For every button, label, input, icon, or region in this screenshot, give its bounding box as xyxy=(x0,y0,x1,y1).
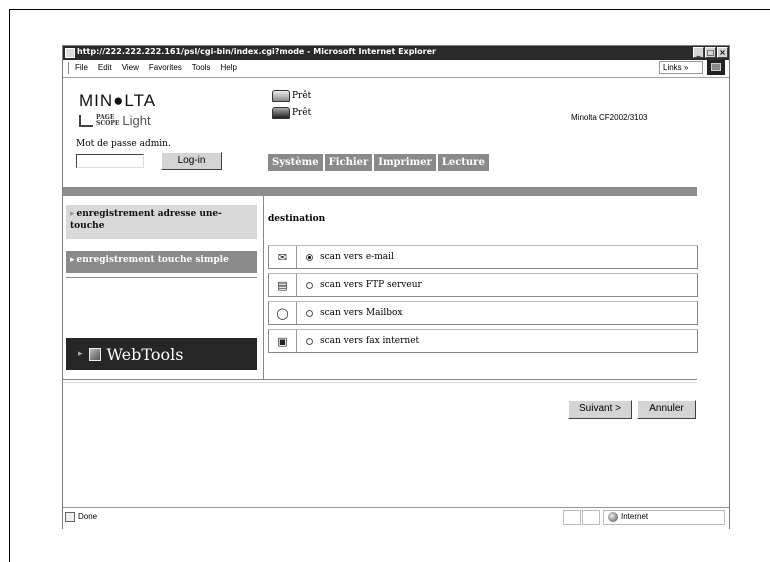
option-label: scan vers fax internet xyxy=(320,336,420,346)
arrow-right-icon: ▸ xyxy=(70,209,75,219)
menu-favorites[interactable]: Favorites xyxy=(149,63,182,72)
toolbar-grip[interactable] xyxy=(65,62,69,74)
windows-logo-icon xyxy=(707,60,725,75)
menu-edit[interactable]: Edit xyxy=(98,63,112,72)
browser-window: http://222.222.222.161/psl/cgi-bin/index… xyxy=(62,45,730,529)
header-divider-bar xyxy=(63,187,697,196)
status-pane xyxy=(582,510,600,525)
ftp-server-icon: ▤ xyxy=(269,274,297,296)
password-input[interactable] xyxy=(76,154,144,168)
cancel-button[interactable]: Annuler xyxy=(637,400,696,419)
page-done-icon xyxy=(65,512,75,522)
mailbox-icon: ◯ xyxy=(269,302,297,324)
vertical-divider xyxy=(263,196,264,380)
option-label: scan vers e-mail xyxy=(320,252,394,262)
sidebar-item-label: enregistrement adresse une-touche xyxy=(70,209,222,231)
ie-icon xyxy=(65,48,75,58)
webtools-icon xyxy=(88,347,101,361)
security-zone: Internet xyxy=(621,512,649,521)
pagescope-small: PAGE SCOPE xyxy=(96,114,120,127)
menu-tools[interactable]: Tools xyxy=(192,63,211,72)
globe-icon xyxy=(608,512,618,522)
login-button[interactable]: Log-in xyxy=(161,152,222,170)
maximize-button[interactable]: □ xyxy=(705,47,716,58)
tab-fichier[interactable]: Fichier xyxy=(324,154,373,171)
arrow-right-icon: ▸ xyxy=(78,349,83,359)
menu-bar: File Edit View Favorites Tools Help Link… xyxy=(63,60,729,78)
option-email[interactable]: ✉ scan vers e-mail xyxy=(268,245,698,269)
printer-status-text: Prêt xyxy=(292,91,312,101)
envelope-icon: ✉ xyxy=(269,246,297,268)
minimize-button[interactable]: _ xyxy=(693,47,704,58)
content-divider xyxy=(63,379,697,383)
password-label: Mot de passe admin. xyxy=(76,139,171,149)
window-controls: _ □ × xyxy=(693,47,728,58)
menu-file[interactable]: File xyxy=(75,63,88,72)
menu-view[interactable]: View xyxy=(122,63,139,72)
destination-options: ✉ scan vers e-mail ▤ scan vers FTP serve… xyxy=(268,245,698,357)
minolta-logo: MIN●LTA xyxy=(79,91,156,111)
option-ftp[interactable]: ▤ scan vers FTP serveur xyxy=(268,273,698,297)
tab-lecture[interactable]: Lecture xyxy=(437,154,489,171)
close-button[interactable]: × xyxy=(717,47,728,58)
page-content: MIN●LTA PAGE SCOPE Light Prêt Prêt Minol… xyxy=(63,78,729,506)
webtools-button[interactable]: ▸ WebTools xyxy=(66,338,257,370)
sidebar-divider xyxy=(66,277,257,278)
tab-systeme[interactable]: Système xyxy=(268,154,323,171)
links-button[interactable]: Links » xyxy=(659,61,703,74)
scanner-icon xyxy=(272,107,290,119)
radio-mailbox[interactable] xyxy=(306,309,313,317)
printer-icon xyxy=(272,90,290,102)
status-text: Done xyxy=(78,512,98,521)
logo-text: MIN●LTA xyxy=(79,91,157,110)
arrow-right-icon: ▸ xyxy=(70,255,75,265)
device-model: Minolta CF2002/3103 xyxy=(571,113,648,122)
tab-imprimer[interactable]: Imprimer xyxy=(374,154,436,171)
page-title: destination xyxy=(268,214,326,224)
window-title: http://222.222.222.161/psl/cgi-bin/index… xyxy=(77,47,436,56)
printer-status: Prêt xyxy=(272,90,311,102)
next-button[interactable]: Suivant > xyxy=(568,400,632,419)
status-pane xyxy=(563,510,581,525)
title-bar: http://222.222.222.161/psl/cgi-bin/index… xyxy=(63,46,729,60)
pagescope-small-bottom: SCOPE xyxy=(96,119,120,127)
option-mailbox[interactable]: ◯ scan vers Mailbox xyxy=(268,301,698,325)
sidebar-item-one-touch[interactable]: ▸ enregistrement adresse une-touche xyxy=(66,205,257,239)
radio-email[interactable] xyxy=(306,253,313,261)
sidebar-item-simple-key[interactable]: ▸ enregistrement touche simple xyxy=(66,251,257,273)
main-tabs: Système Fichier Imprimer Lecture xyxy=(268,154,489,171)
pagescope-logo: PAGE SCOPE Light xyxy=(79,113,151,128)
radio-ftp[interactable] xyxy=(306,281,313,289)
option-internet-fax[interactable]: ▣ scan vers fax internet xyxy=(268,329,698,353)
option-label: scan vers FTP serveur xyxy=(320,280,422,290)
scanner-status: Prêt xyxy=(272,107,311,119)
sidebar-item-label: enregistrement touche simple xyxy=(76,255,229,265)
status-bar: Done Internet xyxy=(63,507,729,529)
webtools-label: WebTools xyxy=(106,344,184,364)
scanner-status-text: Prêt xyxy=(292,108,312,118)
frame-left-rule xyxy=(9,9,10,562)
frame-top-rule xyxy=(9,9,770,10)
radio-internet-fax[interactable] xyxy=(306,337,313,345)
menu-help[interactable]: Help xyxy=(220,63,236,72)
pagescope-light: Light xyxy=(122,113,151,128)
pagescope-icon xyxy=(79,114,93,127)
internet-fax-icon: ▣ xyxy=(269,330,297,352)
option-label: scan vers Mailbox xyxy=(320,308,403,318)
